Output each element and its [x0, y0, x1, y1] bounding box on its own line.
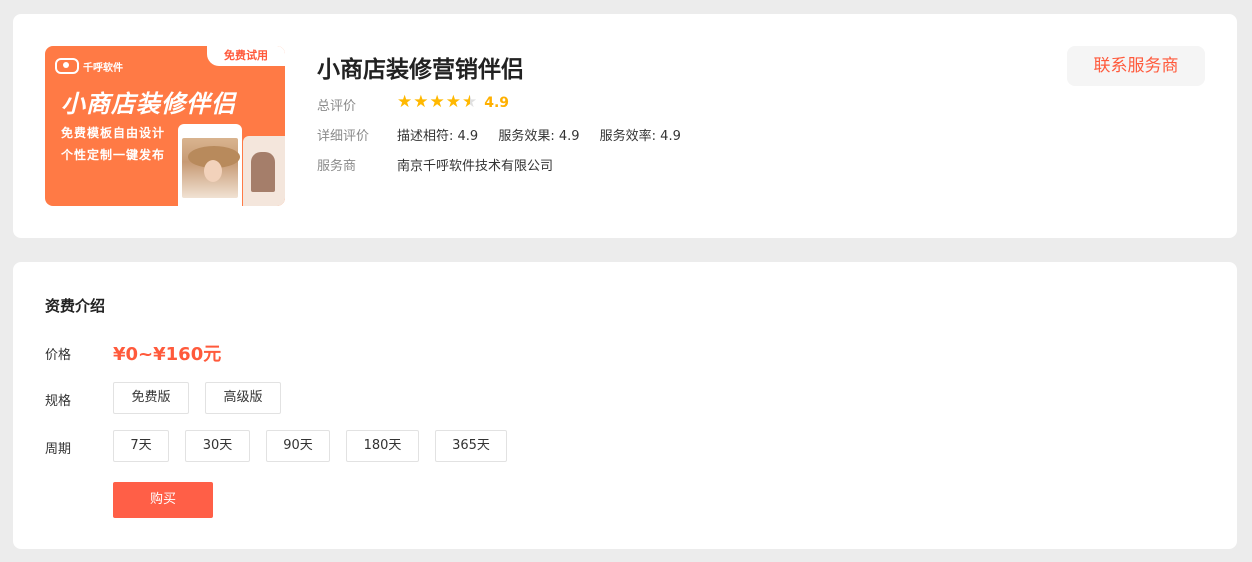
product-card: 免费试用 千呼软件 小商店装修伴侣 免费模板自由设计 个性定制一键发布 小商店装… — [13, 14, 1237, 238]
rating-label: 总评价 — [317, 99, 357, 114]
phone-mockup-image — [178, 124, 242, 206]
period-label: 周期 — [45, 442, 72, 457]
pricing-card: 资费介绍 价格 ¥0~¥160元 规格 免费版 高级版 周期 7天 30天 90… — [13, 262, 1237, 549]
pricing-section-title: 资费介绍 — [45, 297, 106, 315]
detail-rating-label: 详细评价 — [317, 129, 370, 144]
star-icon: ★ — [413, 92, 429, 112]
brand-logo: 千呼软件 — [55, 58, 123, 74]
period-option-90[interactable]: 90天 — [266, 430, 330, 462]
detail-effect-score: 服务效果: 4.9 — [498, 129, 580, 144]
product-banner-image[interactable]: 免费试用 千呼软件 小商店装修伴侣 免费模板自由设计 个性定制一键发布 — [45, 46, 285, 206]
provider-name: 南京千呼软件技术有限公司 — [397, 159, 554, 174]
star-icon: ★ — [429, 92, 445, 112]
detail-ratings: 描述相符: 4.9 服务效果: 4.9 服务效率: 4.9 — [397, 125, 697, 144]
brand-logo-icon — [55, 58, 79, 74]
spec-option-free[interactable]: 免费版 — [113, 382, 189, 414]
product-title: 小商店装修营销伴侣 — [317, 57, 524, 83]
price-value: ¥0~¥160元 — [113, 344, 222, 365]
buy-button[interactable]: 购买 — [113, 482, 213, 518]
rating-stars: ★ ★ ★ ★ ★ 4.9 — [397, 94, 509, 111]
brand-name: 千呼软件 — [83, 62, 123, 74]
period-option-7[interactable]: 7天 — [113, 430, 169, 462]
detail-efficiency-score: 服务效率: 4.9 — [599, 129, 681, 144]
detail-description-score: 描述相符: 4.9 — [397, 129, 479, 144]
half-star-icon: ★ — [462, 92, 478, 112]
banner-headline: 小商店装修伴侣 — [61, 90, 236, 118]
free-trial-tag: 免费试用 — [207, 46, 285, 66]
model-photo — [182, 138, 240, 198]
star-icon: ★ — [445, 92, 461, 112]
figure-shape — [251, 152, 275, 192]
period-option-30[interactable]: 30天 — [185, 430, 250, 462]
provider-label: 服务商 — [317, 159, 357, 174]
star-icon: ★ — [397, 92, 413, 112]
rating-score: 4.9 — [484, 94, 510, 111]
period-option-180[interactable]: 180天 — [346, 430, 419, 462]
spec-option-advanced[interactable]: 高级版 — [205, 382, 281, 414]
banner-line-2: 个性定制一键发布 — [61, 148, 166, 162]
phone-mockup-image-2 — [243, 136, 285, 206]
banner-line-1: 免费模板自由设计 — [61, 126, 166, 140]
spec-label: 规格 — [45, 394, 72, 409]
period-option-365[interactable]: 365天 — [435, 430, 507, 462]
contact-provider-button[interactable]: 联系服务商 — [1067, 46, 1205, 86]
face-shape — [204, 160, 222, 182]
price-label: 价格 — [45, 348, 72, 363]
